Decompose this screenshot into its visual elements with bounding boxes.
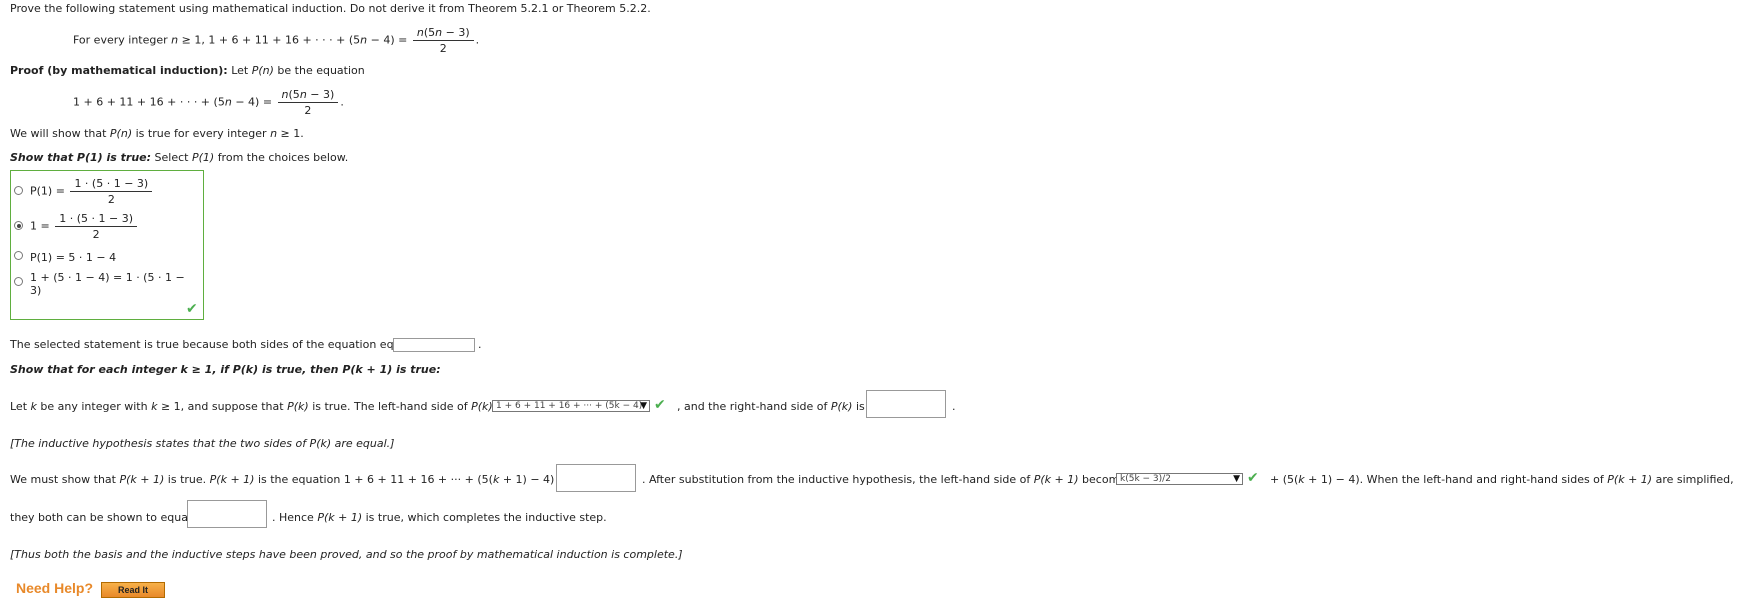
need-help-label: Need Help? <box>16 580 94 596</box>
substitution-select[interactable]: k(5k − 3)/2 ▼ <box>1116 473 1243 485</box>
choice-2-radio[interactable] <box>14 221 23 230</box>
basis-choices: P(1) = 1 · (5 · 1 − 3) 2 1 = 1 · (5 · 1 −… <box>10 170 204 320</box>
hence-text: . Hence P(k + 1) is true, which complete… <box>272 511 607 524</box>
basis-heading: Show that P(1) is true: Select P(1) from… <box>10 151 349 164</box>
statement: For every integer n ≥ 1, 1 + 6 + 11 + 16… <box>73 26 480 55</box>
must-show-text: We must show that P(k + 1) is true. P(k … <box>10 473 568 486</box>
proof-header: Proof (by mathematical induction): Let P… <box>10 64 365 77</box>
instruction-text: Prove the following statement using math… <box>10 2 651 15</box>
inductive-heading: Show that for each integer k ≥ 1, if P(k… <box>10 363 441 376</box>
both-equal-text: they both can be shown to equal <box>10 511 192 524</box>
simplified-input[interactable] <box>187 500 267 528</box>
choice-4[interactable]: 1 + (5 · 1 − 4) = 1 · (5 · 1 −3) <box>30 271 185 297</box>
read-it-button[interactable]: Read It <box>101 582 165 598</box>
lhs-pk-select[interactable]: 1 + 6 + 11 + 16 + ··· + (5k − 4) ▼ <box>492 400 650 412</box>
rhs-text: , and the right-hand side of P(k) is <box>677 400 865 413</box>
choice-2[interactable]: 1 = 1 · (5 · 1 − 3) 2 <box>30 212 139 241</box>
hypothesis-note: [The inductive hypothesis states that th… <box>10 437 395 450</box>
choice-1-radio[interactable] <box>14 186 23 195</box>
choice-1[interactable]: P(1) = 1 · (5 · 1 − 3) 2 <box>30 177 154 206</box>
choice-3-radio[interactable] <box>14 251 23 260</box>
choices-check-icon: ✔ <box>186 301 198 317</box>
let-k-text: Let k be any integer with k ≥ 1, and sup… <box>10 400 505 413</box>
substitution-check-icon: ✔ <box>1247 470 1259 486</box>
rhs-pk-input[interactable] <box>866 390 946 418</box>
choice-3[interactable]: P(1) = 5 · 1 − 4 <box>30 251 116 264</box>
lhs-check-icon: ✔ <box>654 397 666 413</box>
conclusion-text: [Thus both the basis and the inductive s… <box>10 548 683 561</box>
choice-4-radio[interactable] <box>14 277 23 286</box>
show-statement: We will show that P(n) is true for every… <box>10 127 304 140</box>
because-text: The selected statement is true because b… <box>10 338 411 351</box>
basis-value-input[interactable] <box>393 338 475 352</box>
rhs-pk1-input[interactable] <box>556 464 636 492</box>
plus-text: + (5(k + 1) − 4). When the left-hand and… <box>1270 473 1734 486</box>
statement-fraction: n(5n − 3) 2 <box>412 26 474 55</box>
after-sub-text: . After substitution from the inductive … <box>642 473 1132 486</box>
proof-equation: 1 + 6 + 11 + 16 + · · · + (5n − 4) = n(5… <box>73 88 344 117</box>
